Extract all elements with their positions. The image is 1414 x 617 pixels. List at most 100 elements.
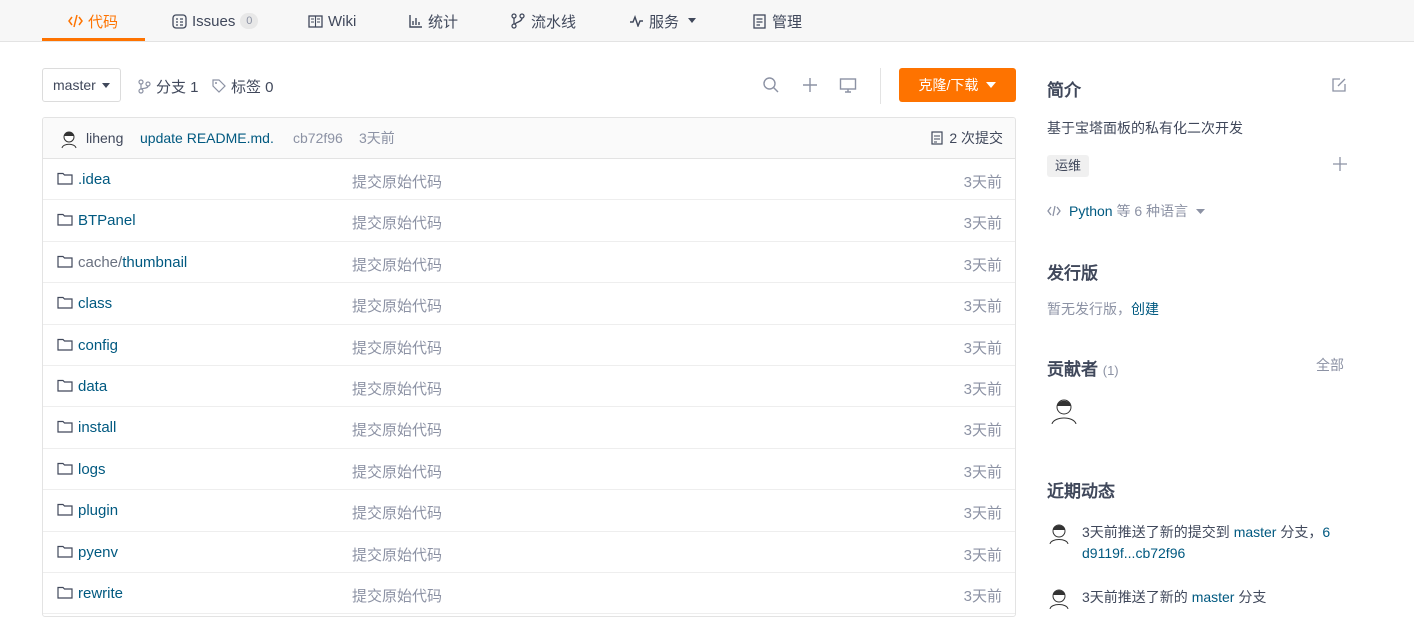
file-name-link[interactable]: .idea: [78, 171, 111, 188]
active-tab-indicator: [42, 38, 145, 41]
code-icon: [68, 14, 83, 28]
file-row[interactable]: class 提交原始代码 3天前: [43, 283, 1015, 325]
file-commit-message[interactable]: 提交原始代码: [352, 254, 442, 275]
file-commit-time: 3天前: [963, 174, 1002, 191]
tab-service[interactable]: 服务: [629, 0, 697, 42]
tab-pipeline-label: 流水线: [531, 13, 577, 31]
monitor-icon[interactable]: [839, 76, 857, 94]
tags-link[interactable]: 标签 0: [212, 76, 274, 96]
tab-manage-label: 管理: [772, 13, 803, 31]
commit-message[interactable]: update README.md.: [140, 130, 274, 146]
file-commit-message[interactable]: 提交原始代码: [352, 502, 442, 523]
commit-sha[interactable]: cb72f96: [293, 130, 343, 146]
file-row[interactable]: config 提交原始代码 3天前: [43, 325, 1015, 366]
contributors-all-link[interactable]: 全部: [1316, 355, 1344, 375]
avatar[interactable]: [1047, 587, 1071, 609]
commit-author[interactable]: liheng: [86, 130, 123, 146]
tab-stats[interactable]: 统计: [409, 0, 458, 42]
edit-icon[interactable]: [1331, 77, 1347, 93]
release-create-link[interactable]: 创建: [1131, 301, 1159, 317]
file-name-link[interactable]: config: [78, 337, 118, 354]
wiki-icon: [308, 14, 323, 28]
avatar[interactable]: [59, 129, 79, 149]
file-commit-message[interactable]: 提交原始代码: [352, 295, 442, 316]
avatar[interactable]: [1047, 522, 1071, 544]
tab-issues-label: Issues: [192, 12, 236, 30]
document-icon: [931, 131, 943, 145]
folder-icon: [57, 504, 73, 516]
contributors-title-label: 贡献者: [1047, 360, 1098, 379]
file-name-link[interactable]: cache/thumbnail: [78, 254, 187, 271]
chevron-down-icon: [1196, 208, 1206, 214]
file-commit-message[interactable]: 提交原始代码: [352, 378, 442, 399]
stats-icon: [409, 15, 422, 28]
file-commit-message[interactable]: 提交原始代码: [352, 337, 442, 358]
file-row[interactable]: cache/thumbnail 提交原始代码 3天前: [43, 242, 1015, 284]
file-commit-message[interactable]: 提交原始代码: [352, 419, 442, 440]
file-commit-message[interactable]: 提交原始代码: [352, 461, 442, 482]
release-title: 发行版: [1047, 264, 1098, 283]
issues-icon: [172, 13, 187, 29]
file-name: class: [78, 295, 113, 313]
plus-icon[interactable]: [801, 76, 819, 94]
file-commit-message[interactable]: 提交原始代码: [352, 544, 442, 565]
file-row[interactable]: BTPanel 提交原始代码 3天前: [43, 200, 1015, 242]
add-tag-icon[interactable]: [1333, 157, 1347, 171]
activity-text: 3天前推送了新的: [1082, 589, 1192, 605]
file-name-link[interactable]: rewrite: [78, 585, 123, 602]
tab-pipeline[interactable]: 流水线: [510, 0, 576, 42]
file-commit-message[interactable]: 提交原始代码: [352, 585, 442, 606]
branches-link[interactable]: 分支 1: [138, 76, 199, 96]
file-commit-time: 3天前: [963, 298, 1002, 316]
file-name: plugin: [78, 502, 119, 520]
topic-tag[interactable]: 运维: [1047, 155, 1090, 177]
file-row[interactable]: data 提交原始代码 3天前: [43, 366, 1015, 408]
file-name-link[interactable]: pyenv: [78, 544, 118, 561]
activity-branch-link[interactable]: master: [1192, 589, 1235, 605]
language-summary[interactable]: Python 等 6 种语言: [1047, 201, 1206, 221]
search-icon[interactable]: [762, 76, 780, 94]
issues-count-badge: 0: [240, 13, 259, 29]
file-name: data: [78, 377, 108, 395]
commit-time: 3天前: [359, 130, 395, 146]
file-name-link[interactable]: data: [78, 378, 107, 395]
activity-branch-link[interactable]: master: [1234, 524, 1277, 540]
tab-wiki-label: Wiki: [328, 12, 357, 30]
branch-select[interactable]: master: [42, 68, 121, 102]
contributor-avatar[interactable]: [1049, 396, 1079, 424]
commit-count-label: 2 次提交: [949, 130, 1003, 146]
file-row[interactable]: rewrite 提交原始代码 3天前: [43, 573, 1015, 615]
file-commit-time: 3天前: [963, 505, 1002, 523]
branch-select-label: master: [53, 77, 96, 93]
tab-wiki[interactable]: Wiki: [308, 0, 356, 42]
tag-icon: [212, 79, 226, 93]
clone-download-label: 克隆/下载: [918, 77, 979, 93]
release-status: 暂无发行版，创建: [1047, 299, 1159, 319]
commit-count-link[interactable]: 2 次提交: [931, 128, 1003, 148]
folder-icon: [57, 172, 73, 185]
chevron-down-icon: [101, 82, 110, 88]
file-row[interactable]: install 提交原始代码 3天前: [43, 407, 1015, 449]
intro-text: 基于宝塔面板的私有化二次开发: [1047, 120, 1243, 136]
clone-download-button[interactable]: 克隆/下载: [899, 68, 1016, 102]
tab-manage[interactable]: 管理: [753, 0, 802, 42]
file-name-link[interactable]: class: [78, 295, 112, 312]
activity-range-link-start[interactable]: 6: [1322, 524, 1330, 540]
tab-code[interactable]: 代码: [68, 0, 118, 42]
file-row[interactable]: plugin 提交原始代码 3天前: [43, 490, 1015, 532]
file-name-link[interactable]: plugin: [78, 502, 118, 519]
folder-icon: [57, 421, 73, 433]
pipeline-icon: [511, 13, 525, 29]
file-row[interactable]: logs 提交原始代码 3天前: [43, 449, 1015, 491]
activity-item: 3天前推送了新的 master 分支: [1047, 587, 1357, 609]
tab-issues[interactable]: Issues 0: [172, 0, 259, 42]
file-name-link[interactable]: BTPanel: [78, 212, 136, 229]
activity-range-link[interactable]: d9119f...cb72f96: [1082, 545, 1185, 561]
file-name-link[interactable]: logs: [78, 461, 106, 478]
service-icon: [630, 15, 643, 27]
file-row[interactable]: .idea 提交原始代码 3天前: [43, 159, 1015, 201]
file-commit-message[interactable]: 提交原始代码: [352, 212, 442, 233]
file-row[interactable]: pyenv 提交原始代码 3天前: [43, 532, 1015, 573]
file-commit-message[interactable]: 提交原始代码: [352, 171, 442, 192]
file-name-link[interactable]: install: [78, 419, 116, 436]
